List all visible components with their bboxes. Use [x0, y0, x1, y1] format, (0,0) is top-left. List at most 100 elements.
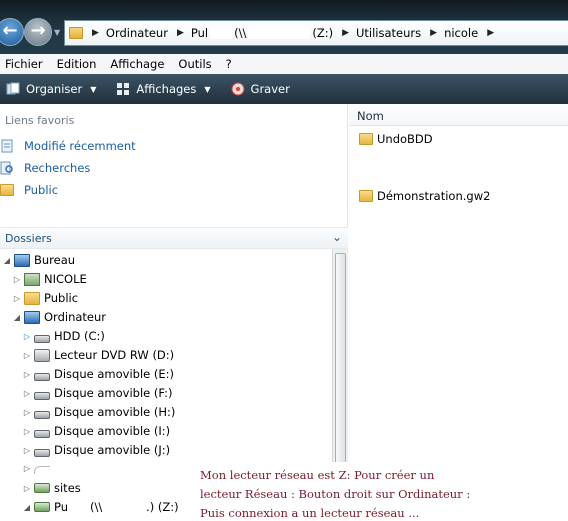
redaction	[210, 27, 233, 39]
folders-header[interactable]: Dossiers ⌄	[0, 227, 348, 249]
collapsed-icon[interactable]: ▷	[12, 294, 22, 303]
menu-edition[interactable]: Edition	[52, 57, 102, 71]
views-button[interactable]: Affichages ▼	[116, 82, 224, 96]
tree-item-bureau[interactable]: ◢ Bureau	[2, 253, 75, 267]
dvd-icon	[34, 348, 50, 362]
removable-icon	[34, 466, 50, 474]
tree-label: Lecteur DVD RW (D:)	[54, 348, 175, 362]
tree-label: Disque amovible (H:)	[54, 405, 176, 419]
column-header-name[interactable]: Nom	[349, 104, 568, 126]
expanded-icon[interactable]: ◢	[12, 313, 22, 322]
breadcrumb[interactable]: ▶ Ordinateur ▶ Pul (\\ (Z:) ▶ Utilisateu…	[64, 20, 568, 46]
back-button[interactable]: ←	[0, 18, 24, 46]
tree-item-removable-e[interactable]: ▷ Disque amovible (E:)	[22, 367, 174, 381]
file-item-undobdd[interactable]: UndoBDD	[359, 132, 433, 146]
tree-label: Ordinateur	[44, 310, 107, 324]
removable-icon	[34, 391, 50, 400]
tree-item-hdd-c[interactable]: ▷ HDD (C:)	[22, 329, 105, 343]
tree-label: Disque amovible (E:)	[54, 367, 174, 381]
breadcrumb-item[interactable]: (\\	[234, 26, 246, 40]
tree-item-ordinateur[interactable]: ◢ Ordinateur	[12, 310, 106, 324]
address-bar: ← → ▼ ▶ Ordinateur ▶ Pul (\\ (Z:) ▶ Util…	[0, 0, 568, 58]
favorite-label: Modifié récemment	[24, 139, 136, 153]
collapsed-icon[interactable]: ▷	[12, 275, 22, 284]
breadcrumb-item[interactable]: Ordinateur	[106, 26, 168, 40]
menu-bar: Fichier Edition Affichage Outils ?	[0, 54, 568, 74]
tree-label: Disque amovible (J:)	[54, 443, 171, 457]
breadcrumb-item[interactable]: Pul	[191, 26, 208, 40]
burn-button[interactable]: Graver	[231, 82, 290, 96]
collapsed-icon[interactable]: ▷	[22, 351, 32, 360]
tree-item-sites[interactable]: ▷ sites	[22, 481, 81, 495]
favorite-link-recent[interactable]: Modifié récemment	[0, 139, 136, 153]
chevron-right-icon[interactable]: ▶	[430, 28, 437, 38]
tree-item-unnamed[interactable]: ▷	[22, 462, 54, 474]
file-list-pane: Nom UndoBDD Démonstration.gw2	[349, 104, 568, 521]
chevron-right-icon[interactable]: ▶	[487, 28, 494, 38]
removable-icon	[34, 410, 50, 419]
favorite-label: Public	[24, 183, 59, 197]
forward-button[interactable]: →	[24, 18, 52, 46]
collapsed-icon[interactable]: ▷	[22, 389, 32, 398]
tree-item-public[interactable]: ▷ Public	[12, 291, 78, 305]
desktop-icon	[14, 253, 30, 267]
collapsed-icon[interactable]: ▷	[22, 464, 32, 473]
tree-item-removable-j[interactable]: ▷ Disque amovible (J:)	[22, 443, 170, 457]
breadcrumb-item[interactable]: Utilisateurs	[356, 26, 421, 40]
collapsed-icon[interactable]: ▷	[22, 446, 32, 455]
removable-icon	[34, 429, 50, 438]
collapsed-icon[interactable]: ▷	[22, 427, 32, 436]
tree-item-removable-h[interactable]: ▷ Disque amovible (H:)	[22, 405, 175, 419]
menu-help[interactable]: ?	[221, 57, 237, 71]
views-icon	[117, 83, 130, 95]
organize-button[interactable]: Organiser ▼	[6, 82, 110, 96]
chevron-right-icon[interactable]: ▶	[342, 28, 349, 38]
removable-icon	[34, 372, 50, 381]
tree-label: Disque amovible (I:)	[54, 424, 171, 438]
collapsed-icon[interactable]: ▷	[22, 332, 32, 341]
menu-fichier[interactable]: Fichier	[0, 57, 48, 71]
computer-icon	[24, 310, 40, 324]
chevron-down-icon[interactable]: ⌄	[332, 230, 342, 244]
chevron-down-icon: ▼	[204, 84, 211, 94]
hdd-icon	[34, 334, 50, 343]
menu-outils[interactable]: Outils	[173, 57, 216, 71]
favorite-link-public[interactable]: Public	[0, 183, 58, 197]
chevron-right-icon[interactable]: ▶	[177, 28, 184, 38]
organize-icon	[6, 82, 20, 95]
favorite-link-searches[interactable]: Recherches	[0, 161, 90, 175]
collapsed-icon[interactable]: ▷	[22, 484, 32, 493]
tree-item-dvd-d[interactable]: ▷ Lecteur DVD RW (D:)	[22, 348, 174, 362]
recent-icon	[1, 139, 13, 153]
folder-icon	[69, 27, 83, 39]
breadcrumb-item[interactable]: (Z:)	[312, 26, 333, 40]
tree-item-removable-i[interactable]: ▷ Disque amovible (I:)	[22, 424, 170, 438]
tree-label: Pu (\\ .) (Z:)	[54, 500, 179, 514]
tree-label: Bureau	[34, 253, 76, 267]
annotation-line: lecteur Réseau : Bouton droit sur Ordina…	[200, 487, 471, 501]
annotation-line: Mon lecteur réseau est Z: Pour créer un	[200, 468, 435, 482]
tree-item-network-z[interactable]: ◢ Pu (\\ .) (Z:)	[22, 500, 179, 514]
menu-affichage[interactable]: Affichage	[105, 57, 169, 71]
views-label: Affichages	[136, 82, 197, 96]
file-item-demonstration[interactable]: Démonstration.gw2	[359, 189, 490, 203]
redaction	[248, 27, 311, 39]
tree-item-nicole[interactable]: ▷ NICOLE	[12, 272, 87, 286]
column-name-label: Nom	[357, 109, 384, 123]
network-drive-icon	[34, 502, 50, 512]
expanded-icon[interactable]: ◢	[2, 256, 12, 265]
tree-label: NICOLE	[44, 272, 87, 286]
collapsed-icon[interactable]: ▷	[22, 370, 32, 379]
annotation-box: Mon lecteur réseau est Z: Pour créer un …	[186, 462, 568, 521]
chevron-right-icon[interactable]: ▶	[92, 28, 99, 38]
expanded-icon[interactable]: ◢	[22, 503, 32, 512]
recent-pages-dropdown-icon[interactable]: ▼	[54, 28, 62, 37]
tree-label: HDD (C:)	[54, 329, 105, 343]
folders-title: Dossiers	[5, 232, 52, 245]
tree-item-removable-f[interactable]: ▷ Disque amovible (F:)	[22, 386, 173, 400]
network-drive-icon	[34, 483, 50, 493]
navigation-pane: Liens favoris Modifié récemment Recherch…	[0, 104, 348, 521]
collapsed-icon[interactable]: ▷	[22, 408, 32, 417]
tree-label: sites	[54, 481, 81, 495]
breadcrumb-item[interactable]: nicole	[444, 26, 478, 40]
